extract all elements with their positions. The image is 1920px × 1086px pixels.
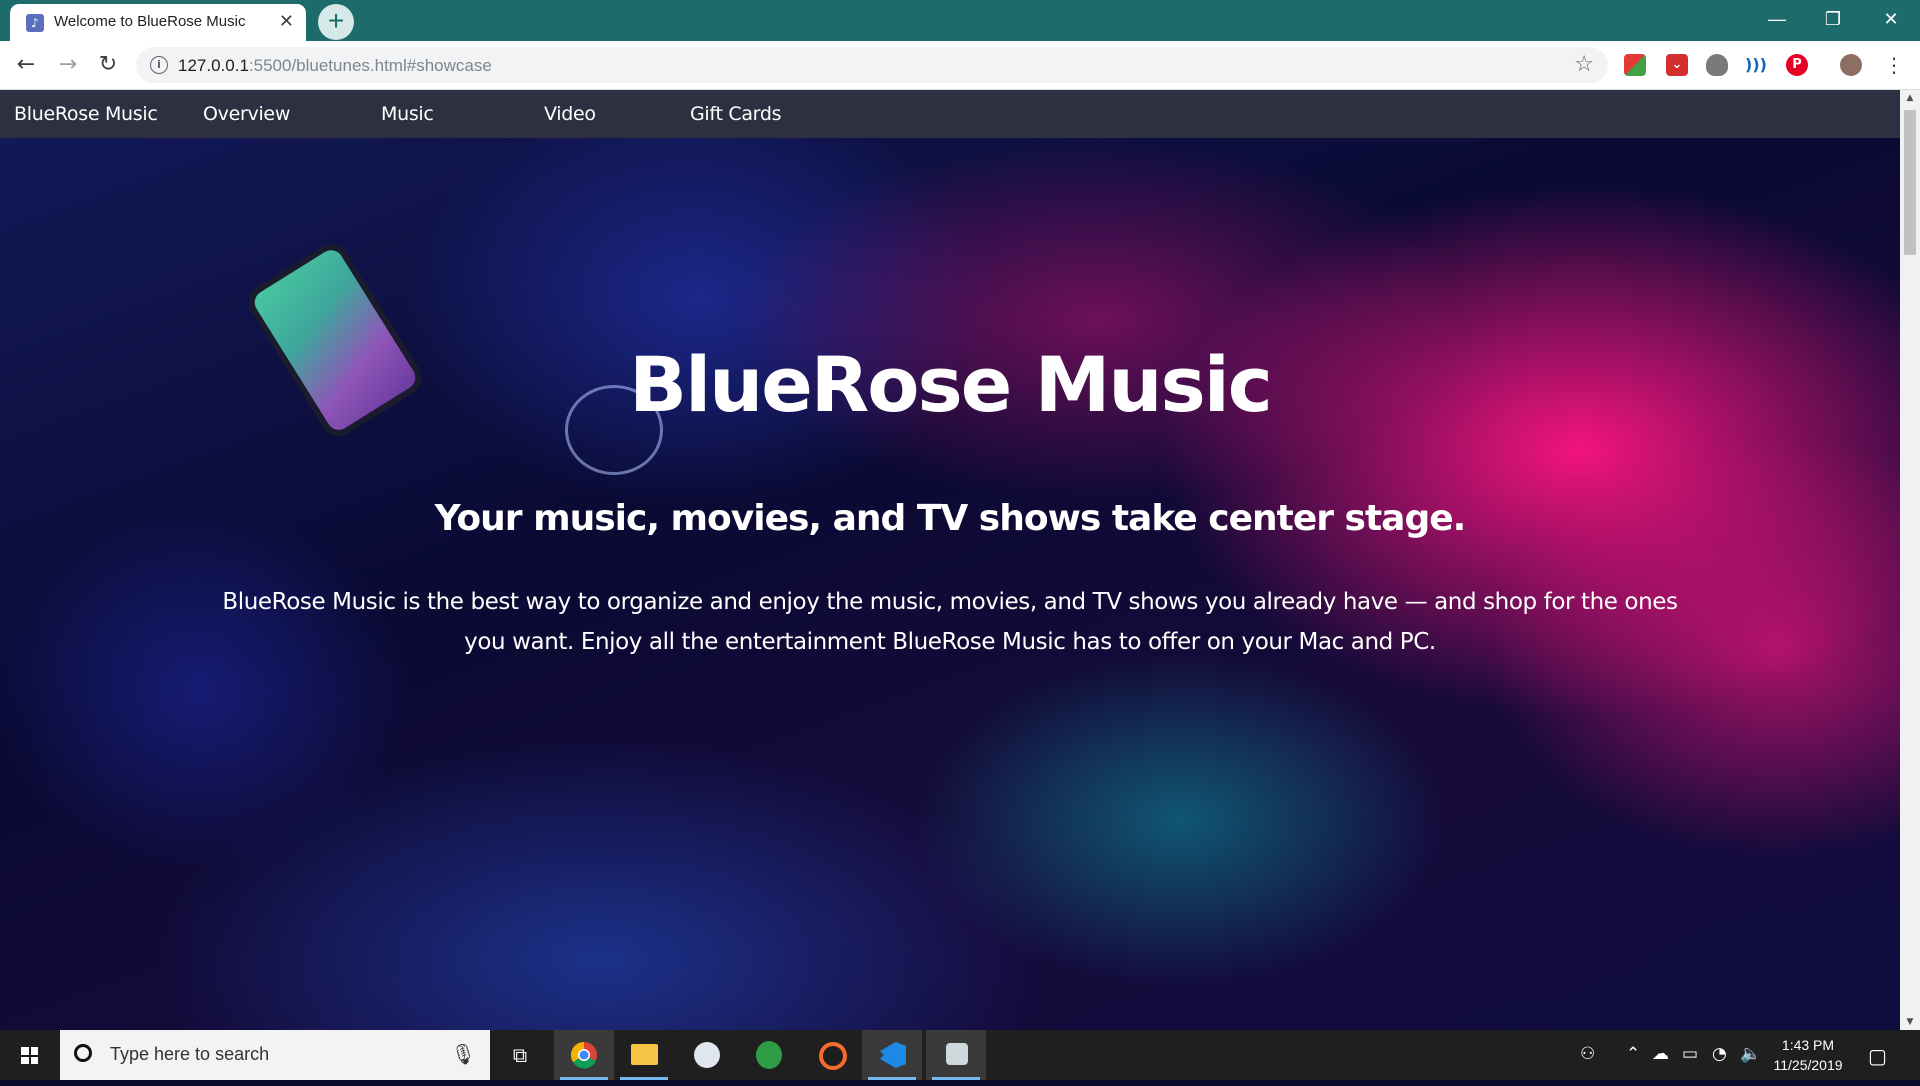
page-favicon-icon: ♪ xyxy=(26,14,44,32)
scroll-up-icon[interactable]: ▲ xyxy=(1900,90,1920,106)
hero-description: BlueRose Music is the best way to organi… xyxy=(222,589,1678,655)
url-path: :5500/bluetunes.html#showcase xyxy=(248,56,492,75)
nav-link-music[interactable]: Music xyxy=(381,103,434,125)
extension-wave-icon[interactable]: ))) xyxy=(1745,54,1767,76)
clock-date: 11/25/2019 xyxy=(1773,1057,1843,1073)
nav-link-overview[interactable]: Overview xyxy=(203,103,290,125)
extension-shield-icon[interactable] xyxy=(1706,54,1728,76)
taskbar-clock[interactable]: 1:43 PM 11/25/2019 xyxy=(1768,1035,1848,1075)
nav-link-gift-cards[interactable]: Gift Cards xyxy=(690,103,782,125)
taskbar-sims-icon[interactable] xyxy=(738,1030,798,1080)
windows-logo-icon xyxy=(21,1047,38,1064)
cortana-icon xyxy=(74,1044,92,1062)
browser-titlebar: ♪ Welcome to BlueRose Music ✕ + — ❐ ✕ xyxy=(0,0,1920,41)
taskbar-origin-icon[interactable] xyxy=(800,1030,860,1080)
address-bar[interactable]: i 127.0.0.1:5500/bluetunes.html#showcase… xyxy=(136,47,1608,83)
taskbar-chrome-icon[interactable] xyxy=(554,1030,614,1080)
taskbar-dev-app-icon[interactable] xyxy=(926,1030,986,1080)
taskbar-steam-icon[interactable] xyxy=(676,1030,736,1080)
extension-pocket-icon[interactable]: ⌄ xyxy=(1666,54,1688,76)
browser-menu-icon[interactable]: ⋮ xyxy=(1878,49,1910,81)
taskbar-file-explorer-icon[interactable] xyxy=(614,1030,674,1080)
profile-avatar-icon[interactable] xyxy=(1840,54,1862,76)
site-navbar: BlueRose Music Overview Music Video Gift… xyxy=(0,90,1900,138)
reload-icon[interactable]: ↻ xyxy=(92,49,124,81)
scroll-down-icon[interactable]: ▼ xyxy=(1900,1014,1920,1030)
clock-time: 1:43 PM xyxy=(1781,1037,1835,1053)
close-window-button[interactable]: ✕ xyxy=(1866,4,1916,34)
minimize-button[interactable]: — xyxy=(1752,4,1802,34)
extension-office-icon[interactable] xyxy=(1624,54,1646,76)
taskbar-vscode-icon[interactable] xyxy=(862,1030,922,1080)
close-tab-icon[interactable]: ✕ xyxy=(279,11,294,32)
extension-pinterest-icon[interactable]: P xyxy=(1786,54,1808,76)
taskbar-search-placeholder: Type here to search xyxy=(110,1044,270,1064)
scroll-thumb[interactable] xyxy=(1904,110,1916,255)
url-host: 127.0.0.1 xyxy=(178,56,249,75)
microphone-icon[interactable]: 🎙 xyxy=(451,1042,476,1066)
restore-button[interactable]: ❐ xyxy=(1808,4,1858,34)
hero-title: BlueRose Music xyxy=(629,340,1273,429)
page-viewport: BlueRose Music Overview Music Video Gift… xyxy=(0,90,1900,1030)
page-scrollbar[interactable]: ▲ ▼ xyxy=(1900,90,1920,1030)
onedrive-icon[interactable]: ☁ xyxy=(1652,1044,1669,1064)
browser-tab[interactable]: ♪ Welcome to BlueRose Music ✕ xyxy=(10,4,306,41)
new-tab-button[interactable]: + xyxy=(318,4,354,40)
task-view-icon[interactable]: ⧉ xyxy=(490,1030,550,1080)
battery-icon[interactable]: ▭ xyxy=(1682,1044,1698,1064)
show-hidden-icons-chevron-icon[interactable]: ⌃ xyxy=(1626,1044,1640,1064)
bookmark-star-icon[interactable]: ☆ xyxy=(1574,52,1594,77)
browser-toolbar: ← → ↻ i 127.0.0.1:5500/bluetunes.html#sh… xyxy=(0,41,1920,90)
hero-subtitle: Your music, movies, and TV shows take ce… xyxy=(434,498,1467,539)
taskbar-search-box[interactable]: Type here to search 🎙 xyxy=(60,1030,490,1080)
back-arrow-icon[interactable]: ← xyxy=(10,49,42,81)
volume-icon[interactable]: 🔈 xyxy=(1740,1044,1761,1064)
action-center-icon[interactable]: ▢ xyxy=(1868,1044,1887,1068)
forward-arrow-icon[interactable]: → xyxy=(52,49,84,81)
tab-title: Welcome to BlueRose Music xyxy=(54,13,246,30)
people-icon[interactable]: ⚇ xyxy=(1580,1044,1595,1064)
wifi-icon[interactable]: ◔ xyxy=(1712,1044,1727,1064)
url-text[interactable]: 127.0.0.1:5500/bluetunes.html#showcase xyxy=(178,56,492,76)
start-button[interactable] xyxy=(0,1030,58,1080)
site-brand-link[interactable]: BlueRose Music xyxy=(14,103,158,125)
site-info-icon[interactable]: i xyxy=(150,56,168,74)
windows-taskbar: Type here to search 🎙 ⧉ ⚇ ⌃ ☁ ▭ ◔ 🔈 1:43… xyxy=(0,1030,1920,1080)
nav-link-video[interactable]: Video xyxy=(544,103,596,125)
